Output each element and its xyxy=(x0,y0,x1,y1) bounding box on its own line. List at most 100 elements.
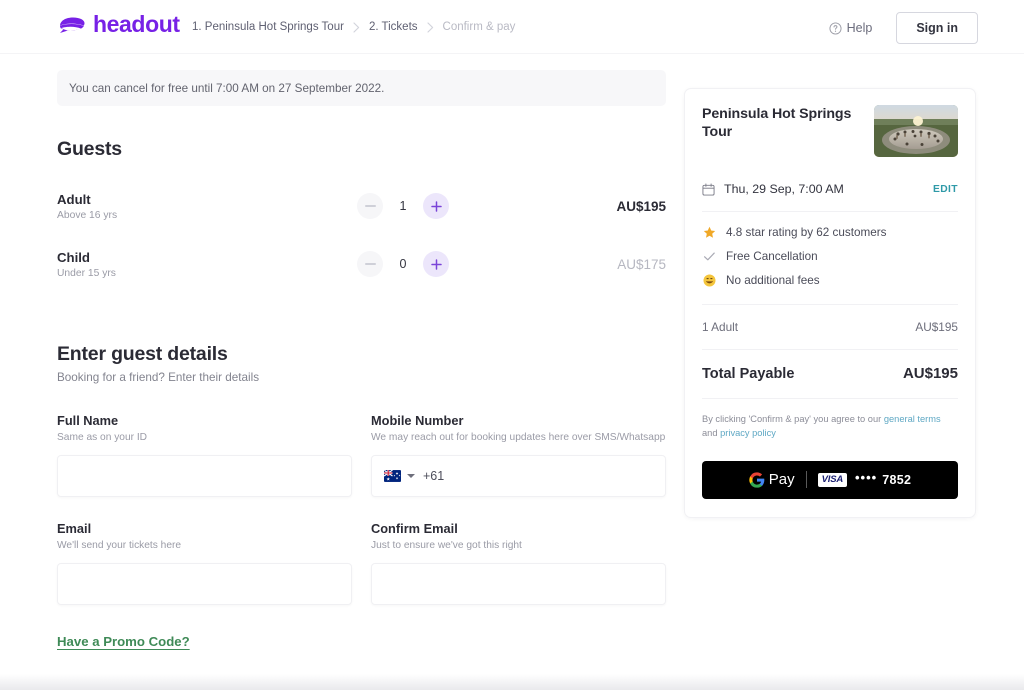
guest-details-section: Enter guest details Booking for a friend… xyxy=(57,343,666,690)
tour-title: Peninsula Hot Springs Tour xyxy=(702,106,852,141)
child-quantity-stepper: 0 xyxy=(357,251,449,277)
full-name-hint: Same as on your ID xyxy=(57,432,148,443)
confirm-email-label: Confirm Email xyxy=(371,521,458,536)
booking-date-text: Thu, 29 Sep, 7:00 AM xyxy=(724,182,844,196)
check-icon xyxy=(702,250,716,263)
divider xyxy=(702,304,958,305)
guest-details-subtitle: Booking for a friend? Enter their detail… xyxy=(57,371,260,384)
mobile-field-group: Mobile Number We may reach out for booki… xyxy=(371,413,666,497)
card-number-masked: •••• 7852 xyxy=(855,470,912,487)
confirm-email-hint: Just to ensure we've got this right xyxy=(371,540,522,551)
guest-row-child: Child Under 15 yrs 0 AU$175 xyxy=(57,241,666,287)
headout-logo[interactable]: headout xyxy=(58,13,180,36)
guest-info: Child Under 15 yrs xyxy=(57,249,357,280)
feature-item: No additional fees xyxy=(702,274,958,287)
full-name-input-wrap[interactable] xyxy=(57,455,352,497)
google-pay-logo: Pay xyxy=(749,471,795,488)
country-code-selector[interactable]: +61 xyxy=(384,469,444,483)
full-name-field-group: Full Name Same as on your ID xyxy=(57,413,352,497)
feature-item: 4.8 star rating by 62 customers xyxy=(702,226,958,239)
help-button[interactable]: Help xyxy=(829,21,873,35)
divider xyxy=(702,398,958,399)
full-name-label: Full Name xyxy=(57,413,119,428)
google-g-icon xyxy=(749,472,765,488)
visa-label: VISA xyxy=(821,474,844,486)
plus-icon xyxy=(430,258,442,270)
calendar-icon xyxy=(702,182,715,196)
total-value: AU$195 xyxy=(902,365,958,382)
breadcrumb: 1. Peninsula Hot Springs Tour 2. Tickets… xyxy=(192,21,515,33)
adult-decrement-button[interactable] xyxy=(357,193,383,219)
confirm-email-input[interactable] xyxy=(384,564,653,604)
guest-type-label: Child xyxy=(57,249,90,265)
adult-count: 1 xyxy=(399,199,407,213)
child-price: AU$175 xyxy=(617,256,666,272)
terms-middle: and xyxy=(702,428,721,439)
google-pay-button[interactable]: Pay VISA •••• 7852 xyxy=(702,460,958,499)
mobile-input-wrap[interactable]: +61 xyxy=(371,455,666,497)
edit-booking-link[interactable]: EDIT xyxy=(933,184,958,195)
guest-info: Adult Above 16 yrs xyxy=(57,191,357,222)
line-item-label: 1 Adult xyxy=(702,320,739,334)
email-label: Email xyxy=(57,521,92,536)
logo-wordmark: headout xyxy=(93,11,180,37)
tour-thumbnail xyxy=(874,105,958,157)
guest-row-adult: Adult Above 16 yrs 1 AU$195 xyxy=(57,183,666,229)
terms-text: By clicking 'Confirm & pay' you agree to… xyxy=(702,412,958,441)
mobile-label: Mobile Number xyxy=(371,413,464,428)
child-increment-button[interactable] xyxy=(423,251,449,277)
terms-prefix: By clicking 'Confirm & pay' you agree to… xyxy=(702,414,884,424)
main-content: You can cancel for free until 7:00 AM on… xyxy=(57,70,666,690)
confirm-email-field-group: Confirm Email Just to ensure we've got t… xyxy=(371,521,666,605)
adult-price: AU$195 xyxy=(616,198,666,214)
total-payable-row: Total Payable AU$195 xyxy=(702,365,958,382)
privacy-policy-link[interactable]: privacy policy xyxy=(720,428,776,438)
chevron-down-icon xyxy=(407,474,415,478)
promo-code-link[interactable]: Have a Promo Code? xyxy=(57,634,190,649)
line-item-value: AU$195 xyxy=(915,320,958,334)
contact-fields-row-1: Full Name Same as on your ID Mobile Numb… xyxy=(57,413,666,497)
feature-label: 4.8 star rating by 62 customers xyxy=(726,226,887,239)
child-count: 0 xyxy=(399,257,407,271)
breadcrumb-step-1[interactable]: 1. Peninsula Hot Springs Tour xyxy=(192,21,344,33)
email-hint: We'll send your tickets here xyxy=(57,540,182,551)
total-label: Total Payable xyxy=(702,365,795,382)
chevron-right-icon xyxy=(426,21,434,33)
visa-logo-icon: VISA xyxy=(817,473,847,487)
dial-code: +61 xyxy=(423,469,445,483)
feature-item: Free Cancellation xyxy=(702,250,958,263)
general-terms-link[interactable]: general terms xyxy=(884,414,941,424)
feature-label: Free Cancellation xyxy=(726,250,818,263)
date-display: Thu, 29 Sep, 7:00 AM xyxy=(702,182,844,196)
mobile-input[interactable] xyxy=(450,456,653,496)
headout-blimp-logo-icon xyxy=(58,15,86,35)
tour-features-list: 4.8 star rating by 62 customers Free Can… xyxy=(702,226,958,287)
plus-icon xyxy=(430,200,442,212)
guest-type-label: Adult xyxy=(57,191,91,207)
star-icon xyxy=(702,226,716,239)
confirm-email-input-wrap[interactable] xyxy=(371,563,666,605)
divider xyxy=(702,211,958,212)
email-input-wrap[interactable] xyxy=(57,563,352,605)
breadcrumb-step-2[interactable]: 2. Tickets xyxy=(369,21,418,33)
cancellation-banner: You can cancel for free until 7:00 AM on… xyxy=(57,70,666,106)
contact-fields-row-2: Email We'll send your tickets here Confi… xyxy=(57,521,666,605)
chevron-right-icon xyxy=(353,21,360,33)
question-circle-icon xyxy=(829,21,842,35)
guest-age-label: Under 15 yrs xyxy=(57,268,116,280)
sign-in-button[interactable]: Sign in xyxy=(896,12,978,44)
header-actions: Help Sign in xyxy=(829,12,978,44)
full-name-input[interactable] xyxy=(70,456,339,496)
child-decrement-button[interactable] xyxy=(357,251,383,277)
card-last4: 7852 xyxy=(882,472,912,487)
page-bottom-fade xyxy=(0,674,1024,690)
adult-increment-button[interactable] xyxy=(423,193,449,219)
email-input[interactable] xyxy=(70,564,339,604)
saved-card-info: VISA •••• 7852 xyxy=(817,470,912,487)
mobile-hint: We may reach out for booking updates her… xyxy=(371,432,666,443)
help-label: Help xyxy=(846,21,873,35)
feature-label: No additional fees xyxy=(726,274,820,287)
checkout-page: headout 1. Peninsula Hot Springs Tour 2.… xyxy=(0,0,1024,690)
australia-flag-icon xyxy=(384,470,401,482)
price-line-item: 1 Adult AU$195 xyxy=(702,320,958,334)
